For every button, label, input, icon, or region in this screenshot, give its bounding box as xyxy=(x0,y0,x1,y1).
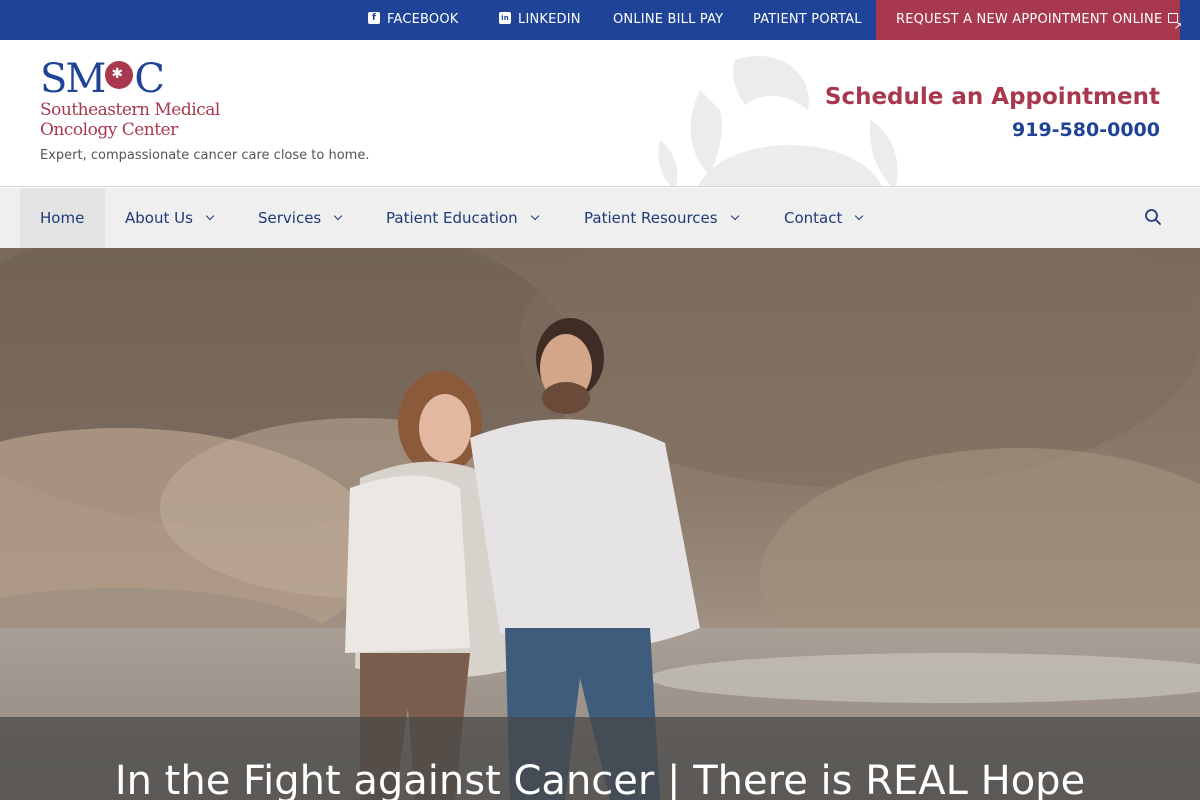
hero-banner: In the Fight against Cancer | There is R… xyxy=(0,248,1200,800)
request-appointment-button[interactable]: REQUEST A NEW APPOINTMENT ONLINE xyxy=(876,0,1182,47)
schedule-appointment-heading: Schedule an Appointment xyxy=(824,84,1160,110)
top-bar: FACEBOOK LINKEDIN ONLINE BILL PAY PATIEN… xyxy=(0,0,1200,47)
facebook-icon xyxy=(368,11,380,25)
facebook-label: FACEBOOK xyxy=(387,12,459,27)
site-logo[interactable]: SMC Southeastern Medical Oncology Center xyxy=(40,58,220,140)
linkedin-link[interactable]: LINKEDIN xyxy=(499,0,581,40)
chevron-down-icon xyxy=(530,211,539,221)
nav-item-contact[interactable]: Contact xyxy=(784,188,864,248)
nav-item-label: Patient Resources xyxy=(584,209,718,227)
logo-name-line1: Southeastern Medical xyxy=(40,100,220,120)
crab-icon xyxy=(105,61,134,89)
site-tagline: Expert, compassionate cancer care close … xyxy=(40,148,370,163)
phone-link[interactable]: 919-580-0000 xyxy=(1012,119,1160,141)
search-icon[interactable] xyxy=(1144,208,1162,226)
online-bill-pay-link[interactable]: ONLINE BILL PAY xyxy=(613,0,723,40)
external-link-icon xyxy=(1168,7,1182,47)
logo-name-line2: Oncology Center xyxy=(40,120,178,140)
nav-item-label: Patient Education xyxy=(386,209,518,227)
nav-item-patient-resources[interactable]: Patient Resources xyxy=(584,188,739,248)
patient-portal-link[interactable]: PATIENT PORTAL xyxy=(753,0,862,40)
crab-watermark-icon xyxy=(658,56,898,186)
nav-item-label: Home xyxy=(40,209,85,227)
facebook-link[interactable]: FACEBOOK xyxy=(368,0,459,40)
chevron-down-icon xyxy=(205,211,215,221)
nav-item-about-us[interactable]: About Us xyxy=(125,188,215,248)
nav-item-label: About Us xyxy=(125,209,193,227)
logo-wordmark: SMC xyxy=(40,58,220,100)
nav-item-patient-education[interactable]: Patient Education xyxy=(386,188,539,248)
nav-item-label: Services xyxy=(258,209,322,227)
chevron-down-icon xyxy=(334,211,343,221)
linkedin-label: LINKEDIN xyxy=(518,12,581,27)
site-header: SMC Southeastern Medical Oncology Center… xyxy=(0,40,1200,187)
nav-item-home[interactable]: Home xyxy=(20,188,105,248)
hero-title: In the Fight against Cancer | There is R… xyxy=(114,758,1086,800)
nav-item-services[interactable]: Services xyxy=(258,188,343,248)
chevron-down-icon xyxy=(730,211,739,221)
main-nav: Home About Us Services Patient Education… xyxy=(0,188,1200,248)
chevron-down-icon xyxy=(855,211,864,221)
linkedin-icon xyxy=(499,11,511,25)
request-appointment-label: REQUEST A NEW APPOINTMENT ONLINE xyxy=(896,12,1163,27)
nav-item-label: Contact xyxy=(784,209,843,227)
